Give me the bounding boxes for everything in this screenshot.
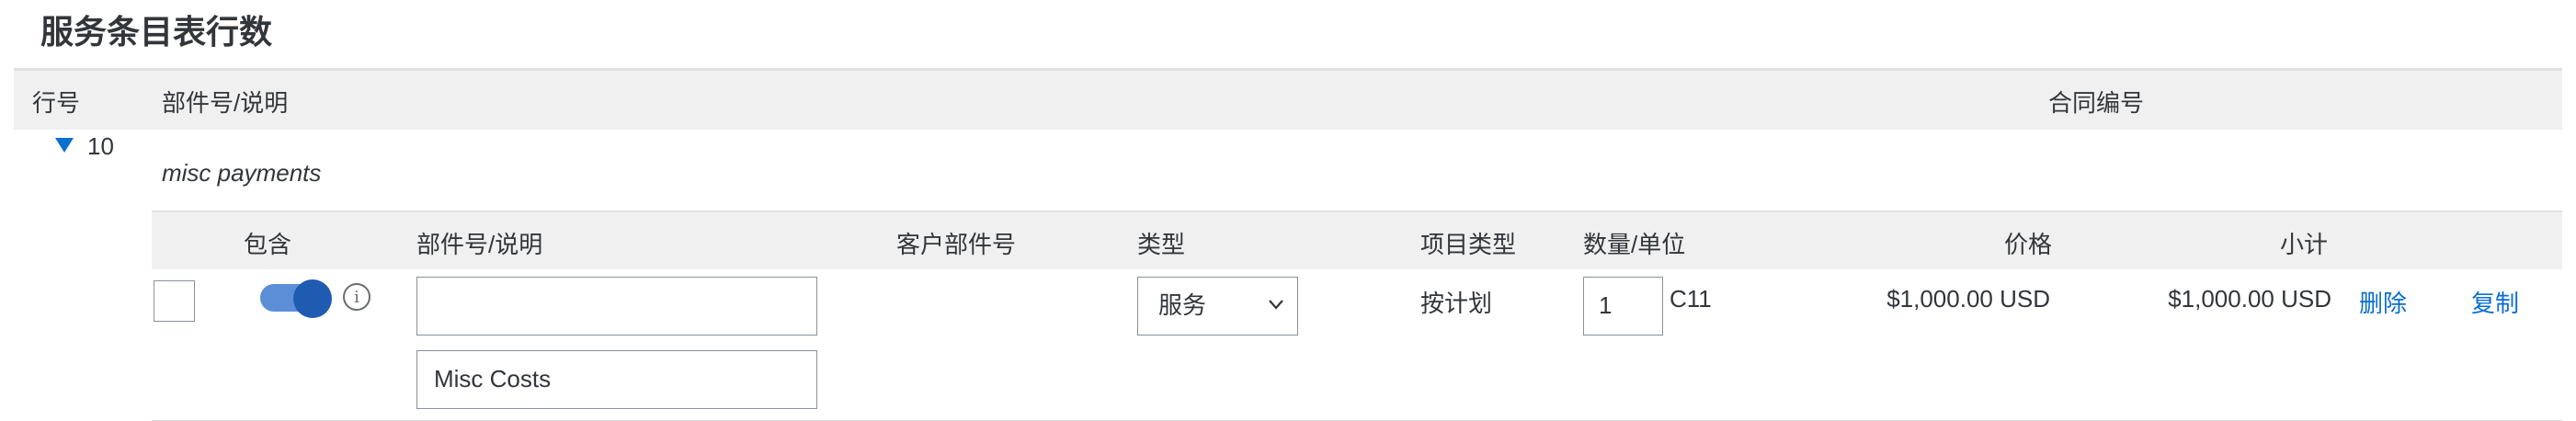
item-type-value: 按计划 [1420,290,1493,317]
col-header-line-no: 行号 [32,89,81,117]
copy-link[interactable]: 复制 [2471,285,2519,319]
quantity-input[interactable]: 1 [1583,277,1663,336]
price-value: $1,000.00 USD [1886,285,2050,313]
include-toggle[interactable] [260,279,334,318]
delete-link[interactable]: 删除 [2359,285,2407,319]
toggle-knob [293,279,332,318]
col-header-include: 包含 [244,231,292,258]
type-select[interactable]: 服务 [1137,277,1298,336]
col-header-customer-part: 客户部件号 [896,231,1017,258]
expand-triangle-down-icon[interactable] [55,138,74,153]
part-number-input[interactable] [416,277,817,336]
col-header-contract-no: 合同编号 [2048,89,2145,117]
col-header-qty-unit: 数量/单位 [1583,231,1686,258]
col-header-price: 价格 [2003,231,2052,258]
description-input[interactable]: Misc Costs [416,350,817,409]
chevron-down-icon [1269,300,1283,310]
col-header-type: 类型 [1137,231,1186,258]
col-header-item-type: 项目类型 [1420,231,1517,258]
col-header-part-desc-sub: 部件号/说明 [416,231,543,258]
line-description: misc payments [162,159,322,187]
unit-value: C11 [1670,285,1712,313]
info-icon[interactable]: i [343,283,370,311]
col-header-part-desc: 部件号/说明 [162,89,289,117]
col-header-subtotal: 小计 [2279,231,2328,258]
type-select-value: 服务 [1158,291,1207,319]
subtotal-value: $1,000.00 USD [2168,285,2331,313]
page-title: 服务条目表行数 [40,13,273,51]
line-number: 10 [87,132,114,160]
table-header [14,68,2562,130]
select-row-checkbox[interactable] [154,280,195,322]
